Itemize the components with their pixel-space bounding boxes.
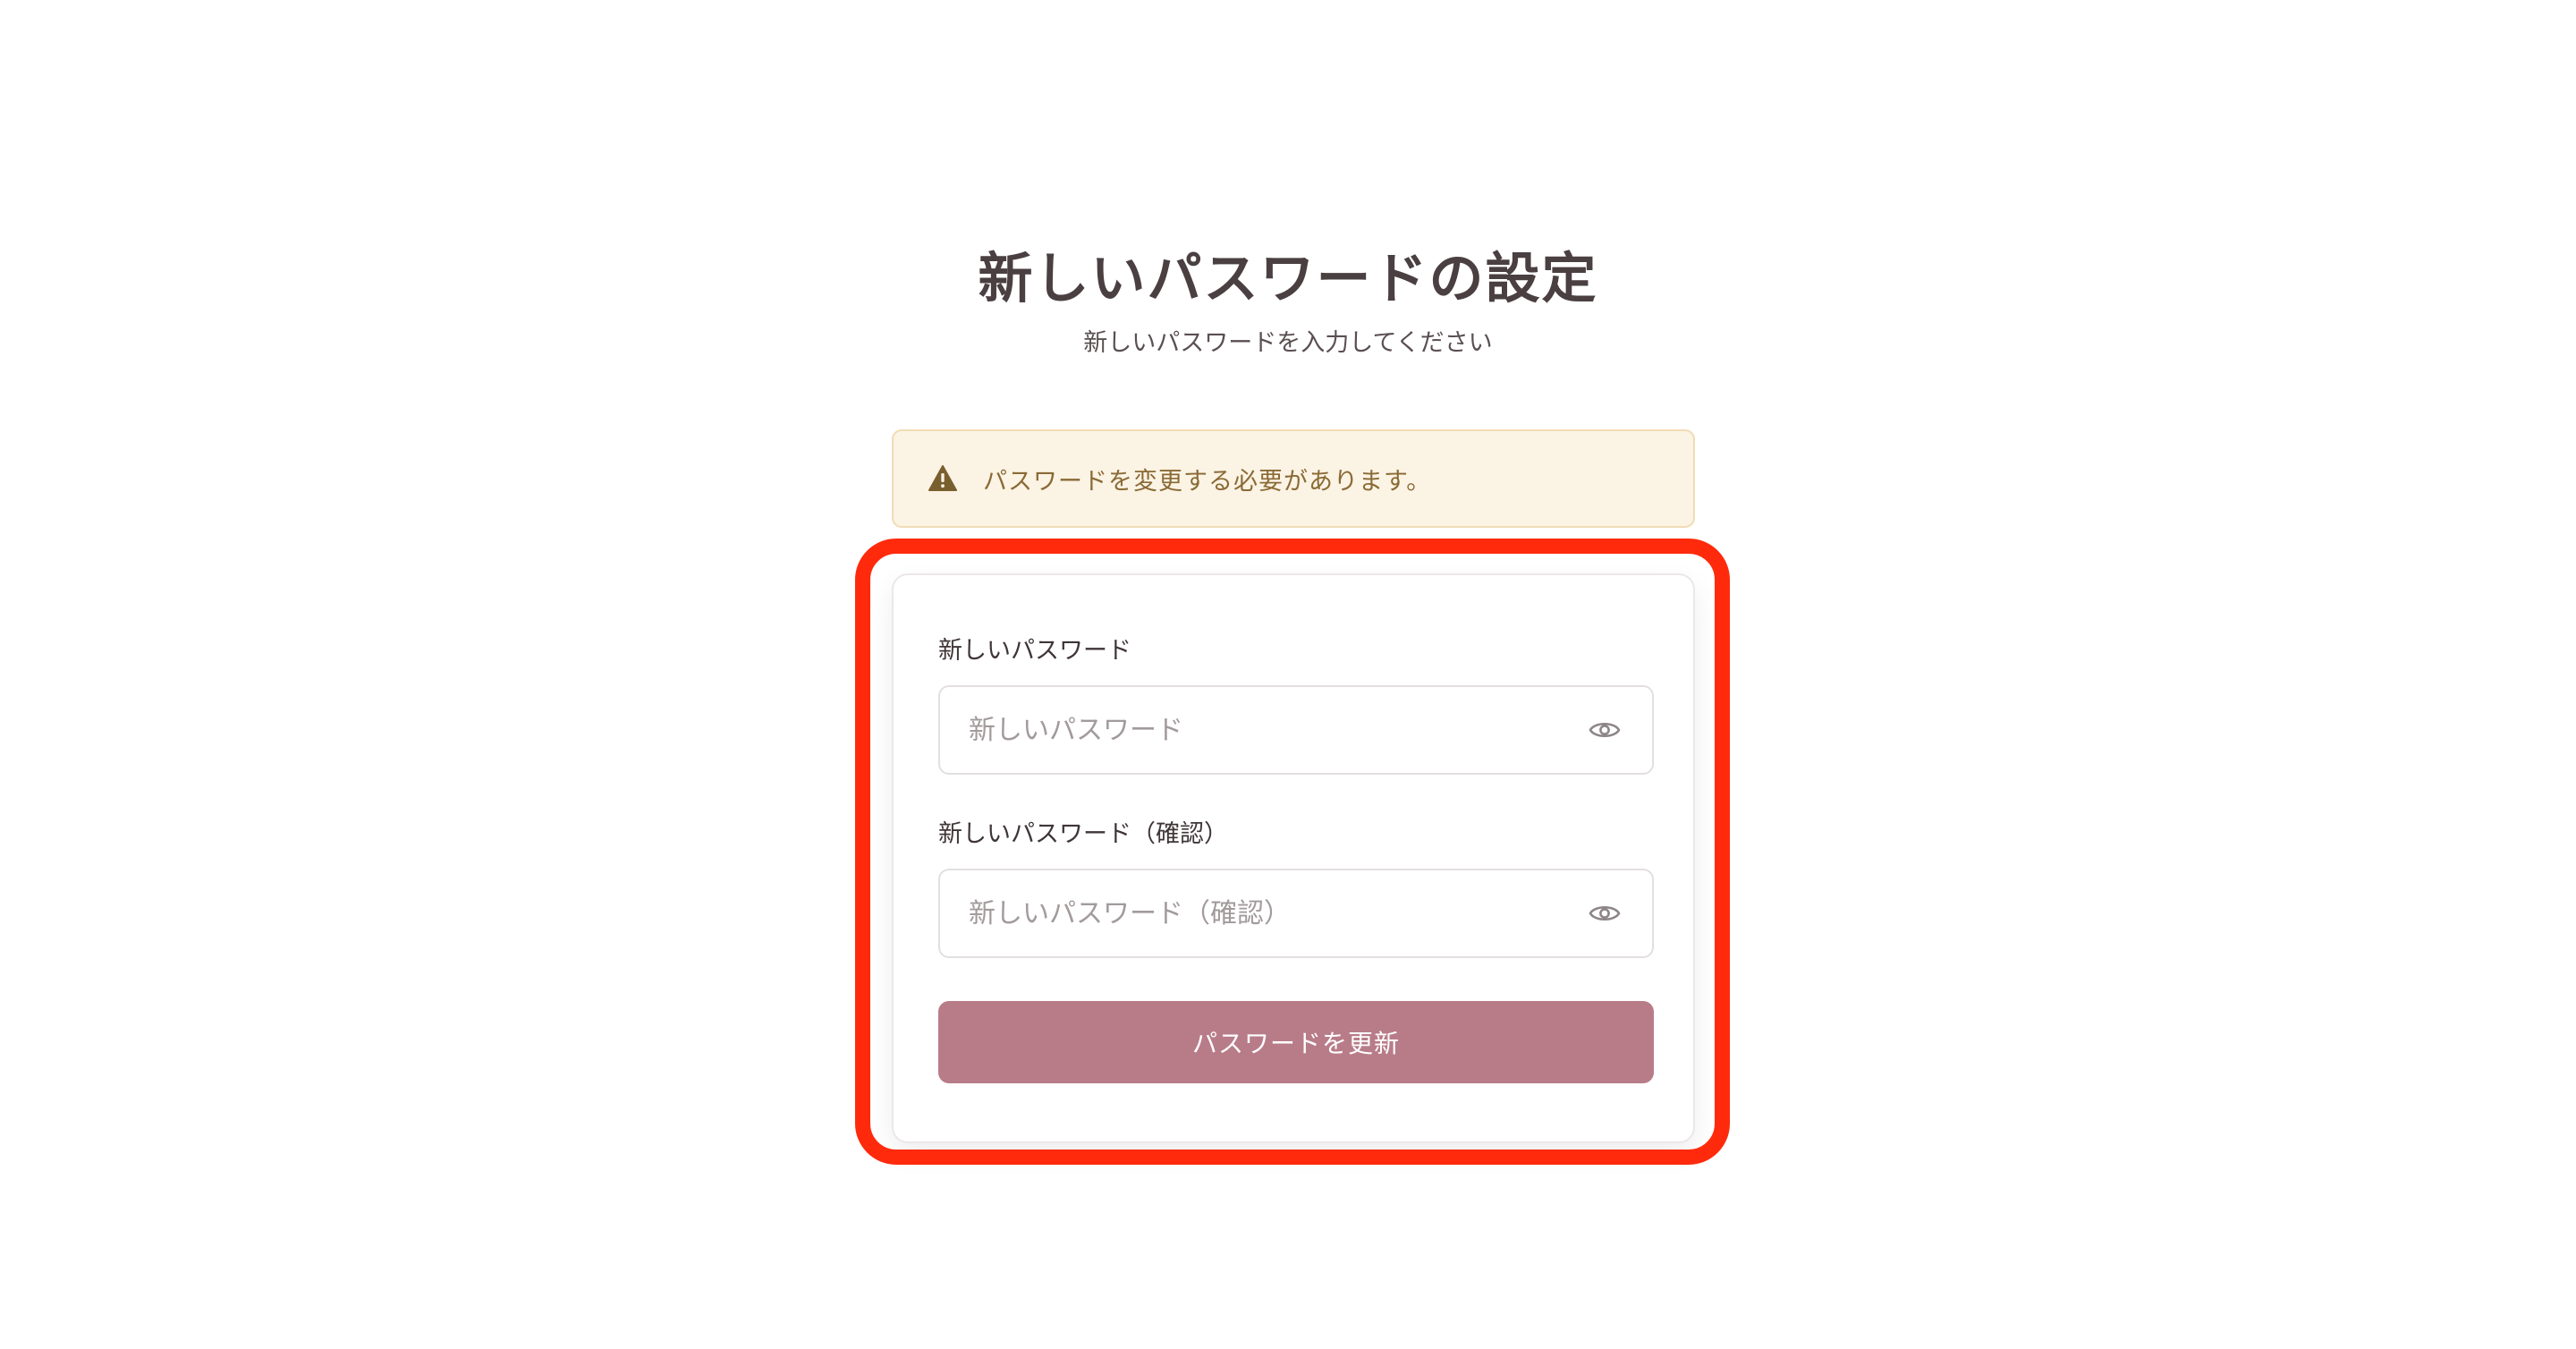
- page-title: 新しいパスワードの設定: [978, 247, 1598, 310]
- highlight-frame: [855, 539, 1730, 1165]
- warning-icon: [928, 463, 958, 494]
- page-subtitle: 新しいパスワードを入力してください: [1083, 329, 1493, 357]
- alert-message: パスワードを変更する必要があります。: [983, 467, 1432, 496]
- password-reset-page: 新しいパスワードの設定 新しいパスワードを入力してください パスワードを変更する…: [0, 0, 2576, 1349]
- page-header: 新しいパスワードの設定 新しいパスワードを入力してください: [0, 242, 2576, 361]
- warning-alert: パスワードを変更する必要があります。: [892, 429, 1695, 528]
